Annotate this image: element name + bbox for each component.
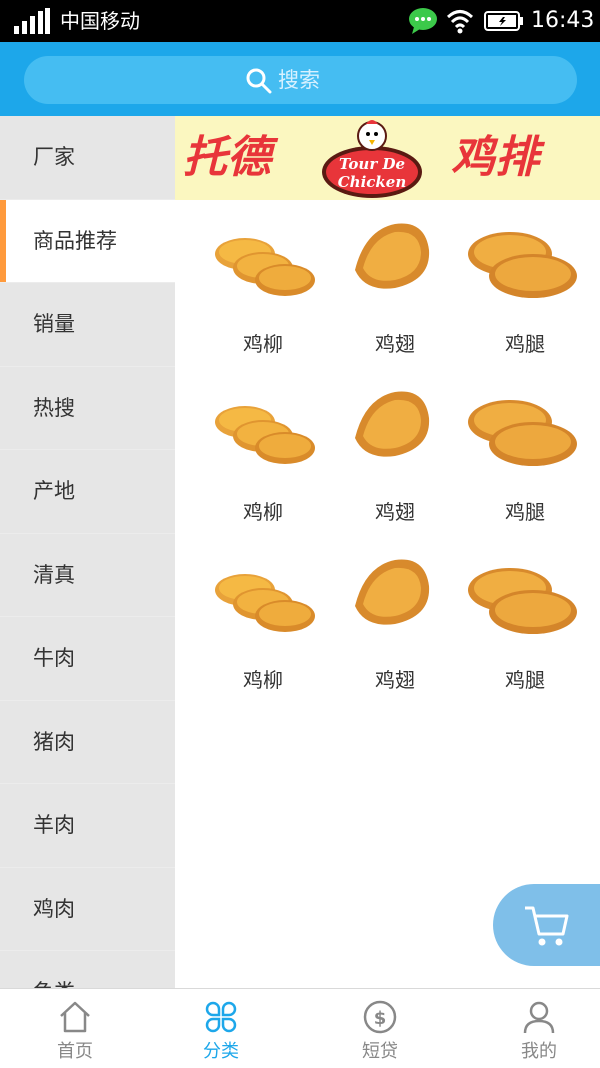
product-card[interactable]: 鸡柳 <box>193 368 333 528</box>
product-card[interactable]: 鸡腿 <box>455 536 595 696</box>
clock: 16:43 <box>531 8 595 33</box>
sidebar-item-manufacturer[interactable]: 厂家 <box>0 116 175 200</box>
sidebar-item-lamb[interactable]: 羊肉 <box>0 784 175 868</box>
search-placeholder: 搜索 <box>278 68 320 92</box>
carrier-name: 中国移动 <box>60 9 140 33</box>
logo-text-2: Chicken <box>338 173 407 191</box>
home-icon <box>60 1001 90 1033</box>
tab-loan[interactable]: $ 短贷 <box>305 989 455 1068</box>
banner-right-text: 鸡排 <box>451 132 539 183</box>
product-card[interactable]: 鸡翅 <box>325 200 465 360</box>
status-bar: 中国移动 16:43 <box>0 0 600 42</box>
chicken-strips-image <box>215 238 315 296</box>
category-icon <box>205 1001 237 1033</box>
product-name: 鸡柳 <box>243 668 283 692</box>
chicken-strips-image <box>215 574 315 632</box>
product-name: 鸡柳 <box>243 500 283 524</box>
wifi-icon <box>446 10 474 34</box>
chicken-leg-image <box>468 400 577 466</box>
search-header: 搜索 <box>0 42 600 116</box>
svg-text:$: $ <box>374 1008 387 1029</box>
sidebar-item-hot-search[interactable]: 热搜 <box>0 367 175 450</box>
product-card[interactable]: 鸡腿 <box>455 368 595 528</box>
dollar-icon: $ <box>363 1000 397 1034</box>
tab-profile[interactable]: 我的 <box>464 989 600 1068</box>
sidebar-item-halal[interactable]: 清真 <box>0 534 175 617</box>
tab-label: 分类 <box>203 1041 239 1062</box>
product-name: 鸡翅 <box>375 500 415 524</box>
signal-icon <box>14 8 50 34</box>
chicken-wing-image <box>355 223 430 289</box>
sidebar-item-origin[interactable]: 产地 <box>0 450 175 534</box>
sidebar-item-label: 猪肉 <box>33 729 75 754</box>
chicken-leg-image <box>468 232 577 298</box>
chicken-strips-image <box>215 406 315 464</box>
sidebar-item-label: 鸡肉 <box>33 896 75 921</box>
cart-icon <box>525 906 569 946</box>
chicken-wing-image <box>355 391 430 457</box>
sidebar-item-label: 热搜 <box>33 395 75 420</box>
chicken-wing-image <box>355 559 430 625</box>
brand-banner[interactable]: 托德 Tour De Chicken 鸡排 <box>175 116 600 200</box>
logo-text-1: Tour De <box>339 155 405 173</box>
sidebar-item-recommended[interactable]: 商品推荐 <box>0 199 175 283</box>
chat-icon <box>409 8 437 34</box>
product-name: 鸡柳 <box>243 332 283 356</box>
tab-label: 短贷 <box>362 1041 398 1062</box>
category-sidebar: 厂家 商品推荐 销量 热搜 产地 清真 牛肉 猪肉 羊肉 鸡肉 鱼类 <box>0 116 175 988</box>
bottom-nav: 首页 分类 $ 短贷 我的 <box>0 988 600 1067</box>
search-icon <box>246 68 272 94</box>
product-name: 鸡腿 <box>505 668 545 692</box>
product-card[interactable]: 鸡腿 <box>455 200 595 360</box>
sidebar-item-pork[interactable]: 猪肉 <box>0 701 175 784</box>
product-card[interactable]: 鸡翅 <box>325 536 465 696</box>
sidebar-item-label: 鱼类 <box>33 951 75 988</box>
banner-left-text: 托德 <box>183 132 271 183</box>
product-card[interactable]: 鸡柳 <box>193 536 333 696</box>
sidebar-item-chicken[interactable]: 鸡肉 <box>0 868 175 951</box>
tab-category[interactable]: 分类 <box>146 989 296 1068</box>
chicken-leg-image <box>468 568 577 634</box>
sidebar-item-beef[interactable]: 牛肉 <box>0 617 175 701</box>
sidebar-item-label: 厂家 <box>33 145 75 169</box>
sidebar-item-label: 商品推荐 <box>33 228 117 253</box>
sidebar-item-sales[interactable]: 销量 <box>0 283 175 367</box>
tab-home[interactable]: 首页 <box>0 989 150 1068</box>
product-name: 鸡腿 <box>505 500 545 524</box>
search-input[interactable]: 搜索 <box>24 56 577 104</box>
cart-button[interactable] <box>493 884 600 966</box>
product-card[interactable]: 鸡柳 <box>193 200 333 360</box>
product-name: 鸡翅 <box>375 668 415 692</box>
product-card[interactable]: 鸡翅 <box>325 368 465 528</box>
sidebar-item-label: 销量 <box>33 312 75 336</box>
sidebar-item-label: 清真 <box>33 562 75 587</box>
sidebar-item-label: 羊肉 <box>33 813 75 837</box>
product-name: 鸡腿 <box>505 332 545 356</box>
sidebar-item-label: 产地 <box>33 479 75 503</box>
sidebar-item-label: 牛肉 <box>33 646 75 670</box>
chicken-logo: Tour De Chicken <box>322 120 422 198</box>
battery-icon <box>484 11 523 31</box>
tab-label: 我的 <box>521 1041 557 1062</box>
sidebar-item-fish[interactable]: 鱼类 <box>0 951 175 988</box>
product-name: 鸡翅 <box>375 332 415 356</box>
user-icon <box>523 1001 555 1034</box>
tab-label: 首页 <box>57 1041 93 1062</box>
